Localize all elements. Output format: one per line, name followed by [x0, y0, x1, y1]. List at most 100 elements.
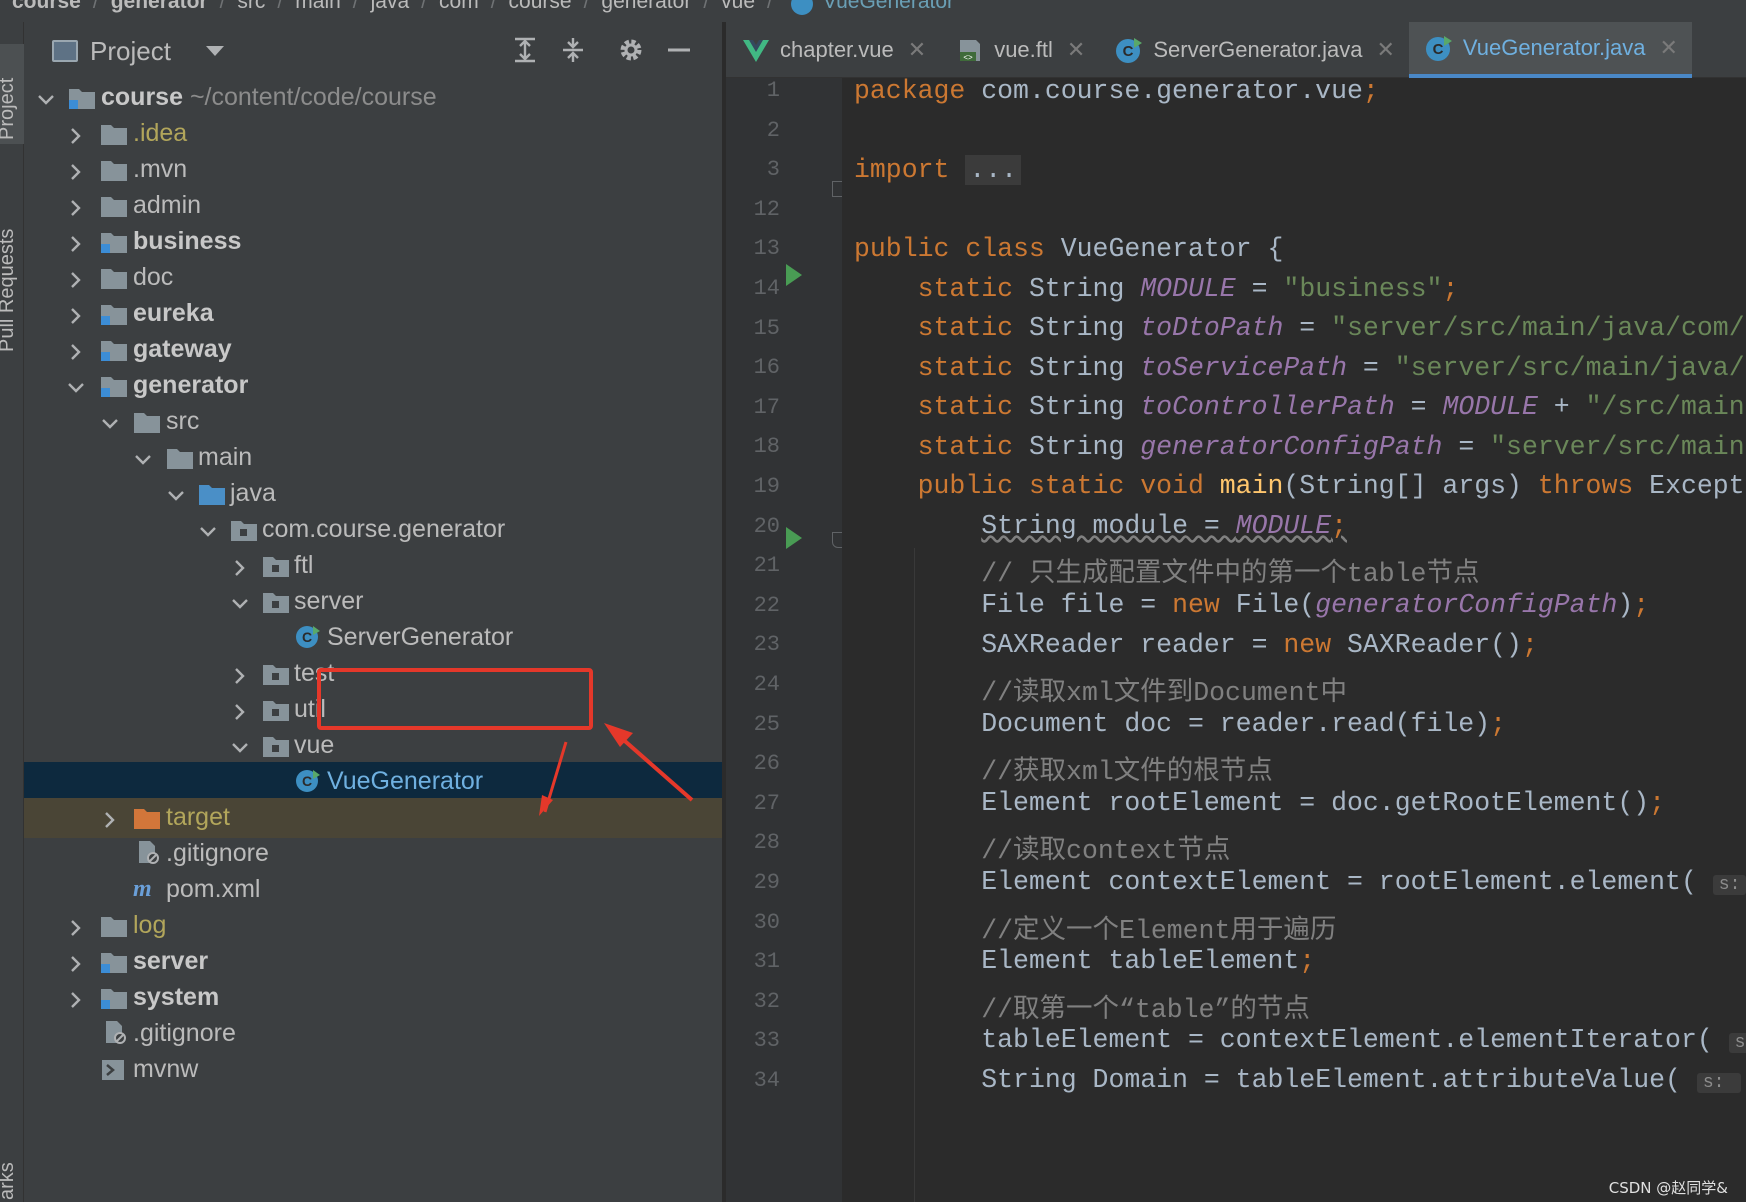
close-icon[interactable]: ✕: [908, 37, 926, 63]
panel-title[interactable]: Project: [90, 36, 171, 67]
code-line: static String toControllerPath = MODULE …: [917, 392, 1745, 422]
pull-requests-tool-label[interactable]: Pull Requests: [0, 229, 19, 352]
expand-all-icon[interactable]: [510, 36, 540, 66]
tab-vue-ftl[interactable]: <> vue.ftl ✕: [940, 22, 1099, 78]
chevron-right-icon[interactable]: [66, 952, 86, 972]
run-main-icon[interactable]: [786, 527, 802, 549]
code-line: tableElement = contextElement.elementIte…: [854, 1025, 1746, 1061]
tree-item-package[interactable]: com.course.generator: [24, 510, 722, 550]
chevron-right-icon[interactable]: [66, 988, 86, 1008]
tree-item-label: eureka: [133, 299, 214, 327]
tree-item-src[interactable]: src: [24, 402, 722, 442]
tree-item-server[interactable]: server: [24, 942, 722, 982]
tab-server-generator[interactable]: C ServerGenerator.java ✕: [1099, 22, 1409, 78]
chevron-right-icon[interactable]: [230, 556, 250, 576]
breadcrumb-item[interactable]: generator: [107, 0, 212, 14]
bookmarks-tool-label[interactable]: arks: [0, 1162, 19, 1200]
code-line: static String toServicePath = "server/sr…: [917, 353, 1745, 383]
code-line: Element rootElement = doc.getRootElement…: [981, 788, 1666, 818]
chevron-right-icon[interactable]: [66, 232, 86, 252]
run-class-icon[interactable]: [786, 264, 802, 286]
breadcrumb-item[interactable]: com: [435, 0, 483, 14]
script-file-icon: [100, 1058, 128, 1082]
tree-item-gateway[interactable]: gateway: [24, 330, 722, 370]
tree-item-label: target: [166, 803, 230, 831]
chevron-right-icon[interactable]: [230, 700, 250, 720]
chevron-down-icon[interactable]: [230, 592, 250, 612]
chevron-down-icon[interactable]: [166, 484, 186, 504]
module-folder-icon: [100, 374, 128, 398]
tree-item-vue[interactable]: vue: [24, 726, 722, 766]
breadcrumb-item[interactable]: VueGenerator: [819, 0, 958, 14]
close-icon[interactable]: ✕: [1660, 35, 1678, 61]
close-icon[interactable]: ✕: [1067, 37, 1085, 63]
chevron-right-icon[interactable]: [66, 340, 86, 360]
breadcrumb-item[interactable]: vue: [717, 0, 759, 14]
tree-item-pom[interactable]: m pom.xml: [24, 870, 722, 910]
tree-item-admin[interactable]: admin: [24, 186, 722, 226]
tree-item-vue-generator[interactable]: C VueGenerator: [24, 762, 722, 802]
breadcrumb-item[interactable]: course: [8, 0, 85, 14]
tree-item-system[interactable]: system: [24, 978, 722, 1018]
tree-item-business[interactable]: business: [24, 222, 722, 262]
tree-item-log[interactable]: log: [24, 906, 722, 946]
breadcrumb-item[interactable]: src: [233, 0, 269, 14]
folded-imports[interactable]: ...: [965, 155, 1022, 185]
chevron-right-icon[interactable]: [230, 664, 250, 684]
tree-item-mvnw[interactable]: mvnw: [24, 1050, 722, 1090]
chevron-down-icon[interactable]: [230, 736, 250, 756]
tree-item-gitignore[interactable]: .gitignore: [24, 834, 722, 874]
tree-item-label: vue: [294, 731, 335, 759]
tree-item-doc[interactable]: doc: [24, 258, 722, 298]
chevron-down-icon[interactable]: [100, 412, 120, 432]
tree-item-eureka[interactable]: eureka: [24, 294, 722, 334]
svg-text:C: C: [302, 629, 312, 645]
code-editor[interactable]: package com.course.generator.vue; import…: [842, 78, 1746, 1202]
chevron-right-icon[interactable]: [66, 196, 86, 216]
tree-item-label: business: [133, 227, 242, 255]
chevron-down-icon[interactable]: [36, 88, 56, 108]
line-number: 27: [753, 791, 780, 816]
tab-vue-generator[interactable]: C VueGenerator.java ✕: [1408, 22, 1692, 78]
tree-item-mvn[interactable]: .mvn: [24, 150, 722, 190]
chevron-right-icon[interactable]: [66, 304, 86, 324]
tree-item-idea[interactable]: .idea: [24, 114, 722, 154]
tree-item-server-package[interactable]: server: [24, 582, 722, 622]
tree-item-target[interactable]: target: [24, 798, 722, 838]
project-view-icon: [52, 40, 78, 62]
tree-item-course[interactable]: course ~/content/code/course: [24, 78, 722, 118]
svg-text:C: C: [302, 773, 312, 789]
ftl-icon: <>: [956, 36, 984, 64]
tab-chapter-vue[interactable]: chapter.vue ✕: [726, 22, 940, 78]
tree-item-main[interactable]: main: [24, 438, 722, 478]
close-icon[interactable]: ✕: [1376, 37, 1394, 63]
line-number: 23: [753, 632, 780, 657]
chevron-right-icon[interactable]: [100, 808, 120, 828]
watermark: CSDN @赵同学&: [1608, 1179, 1728, 1197]
chevron-down-icon[interactable]: [133, 448, 153, 468]
chevron-down-icon[interactable]: [198, 520, 218, 540]
tree-item-server-generator[interactable]: C ServerGenerator: [24, 618, 722, 658]
chevron-down-icon[interactable]: [66, 376, 86, 396]
chevron-right-icon[interactable]: [66, 268, 86, 288]
chevron-right-icon[interactable]: [66, 160, 86, 180]
breadcrumb-item[interactable]: java: [367, 0, 414, 14]
project-tool-label[interactable]: Project: [0, 78, 19, 140]
breadcrumb-item[interactable]: course: [505, 0, 576, 14]
breadcrumb-item[interactable]: generator: [597, 0, 695, 14]
tree-item-java[interactable]: java: [24, 474, 722, 514]
chevron-down-icon[interactable]: [206, 46, 224, 56]
tree-item-gitignore-root[interactable]: .gitignore: [24, 1014, 722, 1054]
tree-item-path: ~/content/code/course: [189, 83, 437, 111]
line-number: 15: [753, 316, 780, 341]
breadcrumb-item[interactable]: main: [291, 0, 345, 14]
chevron-right-icon[interactable]: [66, 124, 86, 144]
hide-panel-icon[interactable]: [664, 36, 694, 66]
tree-item-generator[interactable]: generator: [24, 366, 722, 406]
line-number: 32: [753, 989, 780, 1014]
collapse-all-icon[interactable]: [558, 36, 588, 66]
gear-icon[interactable]: [616, 36, 646, 66]
tree-item-ftl[interactable]: ftl: [24, 546, 722, 586]
code-line: File file = new File(generatorConfigPath…: [981, 590, 1650, 620]
chevron-right-icon[interactable]: [66, 916, 86, 936]
